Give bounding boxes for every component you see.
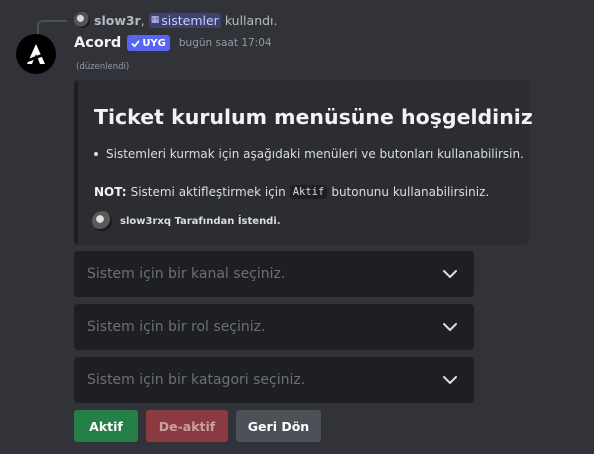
note-text-after: butonunu kullanabilirsiniz.	[331, 185, 490, 199]
role-select[interactable]: Sistem için bir rol seçiniz.	[74, 304, 474, 350]
embed-footer: slow3rxq Tarafından İstendi.	[92, 211, 281, 231]
message-header: Acord UYG bugün saat 17:04	[74, 35, 272, 51]
reply-user-avatar[interactable]	[74, 12, 90, 28]
embed: Ticket kurulum menüsüne hoşgeldiniz Sist…	[74, 80, 533, 245]
slash-command-mention[interactable]: ▦ sistemler	[148, 12, 221, 28]
grid-icon: ▦	[150, 15, 160, 25]
select-placeholder: Sistem için bir rol seçiniz.	[87, 319, 266, 335]
select-placeholder: Sistem için bir kanal seçiniz.	[87, 266, 286, 282]
author-name[interactable]: Acord	[74, 35, 121, 51]
note-inline-code: Aktif	[289, 185, 328, 199]
footer-avatar	[92, 211, 112, 231]
activate-button[interactable]: Aktif	[74, 410, 138, 442]
bullet-dot	[94, 152, 98, 156]
reply-suffix: kullandı.	[224, 12, 278, 28]
embed-title: Ticket kurulum menüsüne hoşgeldiniz	[94, 105, 533, 129]
embed-bullet: Sistemleri kurmak için aşağıdaki menüler…	[94, 147, 524, 161]
reply-username[interactable]: slow3r,	[94, 13, 145, 28]
reply-context[interactable]: slow3r, ▦ sistemler kullandı.	[74, 11, 278, 29]
acord-logo-icon	[27, 44, 45, 64]
reply-spine	[37, 20, 67, 34]
chevron-down-icon	[443, 323, 457, 331]
channel-select[interactable]: Sistem için bir kanal seçiniz.	[74, 251, 474, 297]
app-tag: UYG	[127, 35, 170, 51]
embed-note: NOT: Sistemi aktifleştirmek için Aktif b…	[94, 185, 489, 199]
note-text-before: Sistemi aktifleştirmek için	[130, 185, 286, 199]
embed-bullet-text: Sistemleri kurmak için aşağıdaki menüler…	[106, 147, 524, 161]
timestamp: bugün saat 17:04	[178, 37, 272, 49]
chevron-down-icon	[443, 270, 457, 278]
checkmark-icon	[131, 39, 141, 47]
back-button[interactable]: Geri Dön	[236, 410, 321, 442]
chevron-down-icon	[443, 376, 457, 384]
note-label: NOT:	[94, 185, 127, 199]
deactivate-button[interactable]: De-aktif	[146, 410, 228, 442]
footer-text: slow3rxq Tarafından İstendi.	[120, 215, 281, 227]
edited-label: (düzenlendi)	[76, 62, 130, 72]
select-placeholder: Sistem için bir katagori seçiniz.	[87, 372, 306, 388]
category-select[interactable]: Sistem için bir katagori seçiniz.	[74, 357, 474, 403]
bot-avatar[interactable]	[16, 34, 56, 74]
